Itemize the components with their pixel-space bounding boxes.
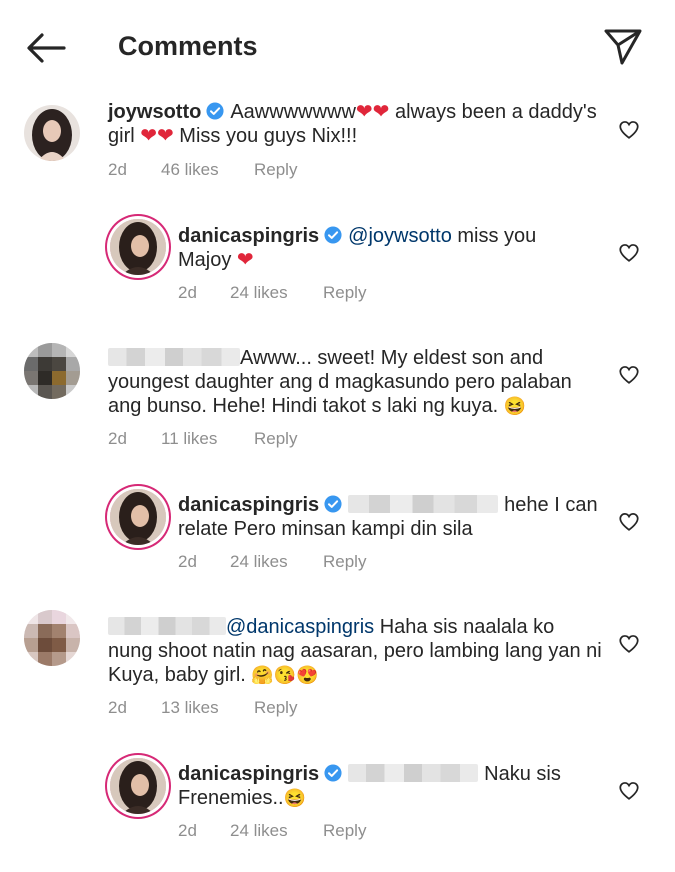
avatar[interactable] — [110, 219, 166, 275]
red-heart-emoji: ❤❤ — [355, 101, 390, 123]
comment-time: 2d — [108, 160, 127, 179]
verified-badge-icon — [324, 764, 342, 782]
laughing-emoji: 😆 — [503, 396, 527, 416]
likes-count[interactable]: 24 likes — [230, 821, 288, 841]
heart-icon[interactable] — [618, 511, 640, 533]
comment-text: joywsotto Aawwwwwww❤❤ always been a daddy… — [108, 100, 598, 148]
avatar[interactable] — [24, 105, 80, 161]
reply-button[interactable]: Reply — [323, 821, 366, 841]
comment-time: 2d — [178, 283, 197, 302]
avatar[interactable] — [110, 758, 166, 814]
red-heart-emoji: ❤❤ — [140, 125, 174, 147]
mention-link[interactable]: @danicaspingris — [226, 616, 374, 638]
comment-time: 2d — [108, 429, 127, 448]
verified-badge-icon — [206, 102, 224, 120]
comment-text: danicaspingris hehe I can relate Pero min… — [178, 493, 598, 541]
comment-text: danicaspingris @joywsotto miss you Majoy … — [178, 224, 588, 272]
comment-text: danicaspingris Naku sis Frenemies..😆 — [178, 762, 598, 810]
comment-text: @danicaspingris Haha sis naalala ko nung… — [108, 615, 603, 687]
comment-time: 2d — [108, 698, 127, 717]
reply-button[interactable]: Reply — [254, 429, 297, 449]
heart-icon[interactable] — [618, 364, 640, 386]
arrow-left-icon[interactable] — [24, 28, 68, 68]
header-bar: Comments — [0, 0, 675, 92]
heart-icon[interactable] — [618, 242, 640, 264]
likes-count[interactable]: 24 likes — [230, 552, 288, 572]
likes-count[interactable]: 11 likes — [161, 429, 217, 449]
laughing-emoji: 😆 — [283, 788, 307, 808]
comment-time: 2d — [178, 552, 197, 571]
username[interactable]: joywsotto — [108, 101, 201, 123]
mention-link[interactable]: @joywsotto — [348, 225, 452, 247]
emoji-group: 🤗😘😍 — [251, 665, 319, 685]
username[interactable]: danicaspingris — [178, 225, 319, 247]
username[interactable]: danicaspingris — [178, 763, 319, 785]
username[interactable]: danicaspingris — [178, 494, 319, 516]
comment-text: Awww... sweet! My eldest son and younges… — [108, 346, 603, 418]
verified-badge-icon — [324, 226, 342, 244]
redacted-mention[interactable] — [348, 764, 479, 782]
likes-count[interactable]: 46 likes — [161, 160, 219, 180]
comment-time: 2d — [178, 821, 197, 840]
page-title: Comments — [118, 31, 258, 61]
reply-button[interactable]: Reply — [254, 160, 297, 180]
redacted-username[interactable] — [108, 348, 240, 366]
likes-count[interactable]: 13 likes — [161, 698, 219, 718]
redacted-mention[interactable] — [348, 495, 499, 513]
avatar[interactable] — [110, 489, 166, 545]
reply-button[interactable]: Reply — [254, 698, 297, 718]
reply-button[interactable]: Reply — [323, 283, 366, 303]
red-heart-emoji: ❤ — [236, 249, 254, 271]
likes-count[interactable]: 24 likes — [230, 283, 288, 303]
comment-body-end: Miss you guys Nix!!! — [173, 125, 358, 147]
redacted-username[interactable] — [108, 617, 226, 635]
verified-badge-icon — [324, 495, 342, 513]
heart-icon[interactable] — [618, 780, 640, 802]
heart-icon[interactable] — [618, 633, 640, 655]
avatar[interactable] — [24, 343, 80, 399]
comment-body: Aawwwwwww — [230, 101, 356, 123]
paper-plane-icon[interactable] — [600, 26, 644, 66]
heart-icon[interactable] — [618, 119, 640, 141]
reply-button[interactable]: Reply — [323, 552, 366, 572]
avatar[interactable] — [24, 610, 80, 666]
